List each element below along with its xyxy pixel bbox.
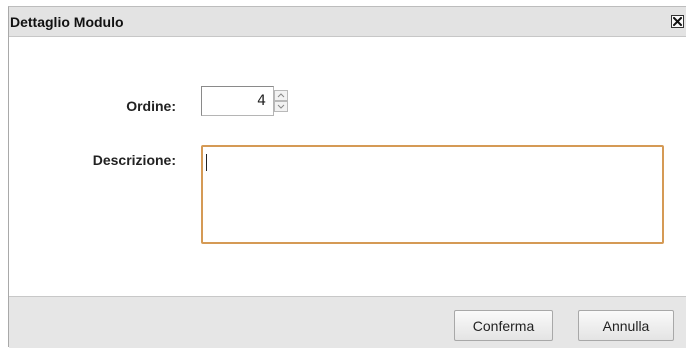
close-icon xyxy=(673,17,682,26)
close-button[interactable] xyxy=(671,15,684,28)
spin-up-button[interactable] xyxy=(274,90,288,101)
module-detail-dialog: Dettaglio Modulo Ordine: 4 Descrizione: … xyxy=(8,6,686,348)
ordine-input[interactable] xyxy=(201,86,274,116)
descrizione-textarea[interactable] xyxy=(201,145,664,244)
dialog-footer: Conferma Annulla xyxy=(9,296,686,348)
dialog-titlebar[interactable]: Dettaglio Modulo xyxy=(9,7,686,37)
dialog-body: Ordine: Descrizione: xyxy=(9,37,686,296)
text-caret xyxy=(206,154,207,171)
descrizione-label: Descrizione: xyxy=(92,152,176,168)
dialog-title: Dettaglio Modulo xyxy=(10,14,124,30)
ordine-label: Ordine: xyxy=(126,98,176,114)
confirm-button[interactable]: Conferma xyxy=(454,310,553,341)
chevron-down-icon xyxy=(277,104,285,109)
cancel-button[interactable]: Annulla xyxy=(578,310,674,341)
spinner-buttons xyxy=(274,90,288,112)
ordine-stepper[interactable] xyxy=(201,86,292,116)
spin-down-button[interactable] xyxy=(274,101,288,112)
chevron-up-icon xyxy=(277,93,285,98)
